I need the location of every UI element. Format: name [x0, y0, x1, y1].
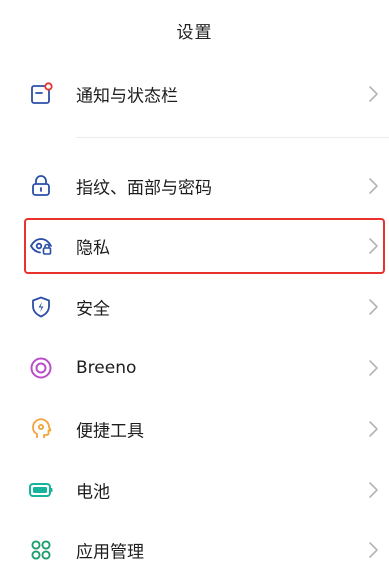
- settings-item-label: 指纹、面部与密码: [76, 178, 212, 199]
- settings-item-privacy[interactable]: 隐私: [0, 218, 389, 274]
- breeno-icon: [28, 355, 54, 381]
- chevron-right-icon: [369, 86, 378, 102]
- battery-icon: [28, 477, 54, 503]
- head-tools-icon: [28, 416, 54, 442]
- settings-item-label: 电池: [76, 482, 110, 503]
- settings-item-label: 通知与状态栏: [76, 86, 178, 107]
- chevron-right-icon: [369, 542, 378, 558]
- settings-item-notifications[interactable]: 通知与状态栏: [0, 66, 389, 122]
- settings-item-battery[interactable]: 电池: [0, 462, 389, 518]
- chevron-right-icon: [369, 178, 378, 194]
- privacy-eye-lock-icon: [28, 233, 54, 259]
- shield-bolt-icon: [28, 294, 54, 320]
- chevron-right-icon: [369, 238, 378, 254]
- notification-icon: [28, 81, 54, 107]
- settings-item-security[interactable]: 安全: [0, 279, 389, 335]
- top-bar: 设置: [0, 0, 389, 60]
- settings-item-breeno[interactable]: Breeno: [0, 340, 389, 396]
- settings-item-label: Breeno: [76, 358, 137, 378]
- chevron-right-icon: [369, 482, 378, 498]
- settings-item-label: 隐私: [76, 238, 110, 259]
- section-divider: [76, 137, 389, 138]
- chevron-right-icon: [369, 360, 378, 376]
- chevron-right-icon: [369, 421, 378, 437]
- settings-item-label: 便捷工具: [76, 421, 144, 442]
- settings-item-fingerprint[interactable]: 指纹、面部与密码: [0, 158, 389, 214]
- settings-item-label: 应用管理: [76, 542, 144, 563]
- settings-item-label: 安全: [76, 299, 110, 320]
- apps-grid-icon: [28, 537, 54, 563]
- settings-item-tools[interactable]: 便捷工具: [0, 401, 389, 457]
- settings-item-apps[interactable]: 应用管理: [0, 522, 389, 578]
- page-title: 设置: [176, 22, 213, 43]
- chevron-right-icon: [369, 299, 378, 315]
- lock-icon: [28, 173, 54, 199]
